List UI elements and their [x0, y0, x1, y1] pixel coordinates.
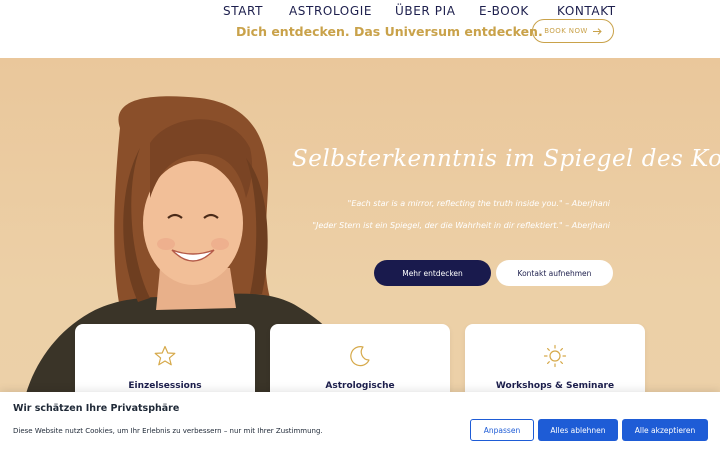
card-title: Astrologische — [325, 381, 395, 391]
book-now-button[interactable]: BOOK NOW — [532, 19, 614, 43]
site-tagline: Dich entdecken. Das Universum entdecken. — [236, 24, 543, 39]
cookie-text: Diese Website nutzt Cookies, um Ihr Erle… — [13, 427, 323, 435]
cookie-title: Wir schätzen Ihre Privatsphäre — [13, 403, 180, 414]
card-title: Einzelsessions — [128, 381, 202, 391]
hero-title: Selbsterkenntnis im Spiegel des Kosmos — [292, 146, 720, 172]
main-nav: START ASTROLOGIE ÜBER PIA E-BOOK KONTAKT — [0, 4, 720, 20]
site-header: START ASTROLOGIE ÜBER PIA E-BOOK KONTAKT… — [0, 0, 720, 58]
nav-item-e-book[interactable]: E-BOOK — [479, 4, 529, 18]
quote-english: "Each star is a mirror, reflecting the t… — [347, 199, 610, 208]
contact-button[interactable]: Kontakt aufnehmen — [496, 260, 613, 286]
nav-item-start[interactable]: START — [223, 4, 263, 18]
arrow-right-icon — [592, 27, 602, 35]
moon-icon — [350, 346, 370, 367]
nav-item-kontakt[interactable]: KONTAKT — [557, 4, 616, 18]
star-icon — [154, 345, 176, 366]
book-now-label: BOOK NOW — [544, 27, 588, 35]
cookie-deny-button[interactable]: Alles ablehnen — [538, 419, 618, 441]
discover-more-button[interactable]: Mehr entdecken — [374, 260, 491, 286]
nav-item-astrologie[interactable]: ASTROLOGIE — [289, 4, 372, 18]
quote-german: "Jeder Stern ist ein Spiegel, der die Wa… — [312, 221, 610, 230]
cookie-accept-button[interactable]: Alle akzeptieren — [622, 419, 708, 441]
nav-item-ueber-pia[interactable]: ÜBER PIA — [395, 4, 456, 18]
sun-icon — [543, 344, 567, 368]
card-title: Workshops & Seminare — [495, 381, 615, 391]
cookie-banner: Wir schätzen Ihre Privatsphäre Diese Web… — [0, 392, 720, 450]
cookie-customize-button[interactable]: Anpassen — [470, 419, 534, 441]
